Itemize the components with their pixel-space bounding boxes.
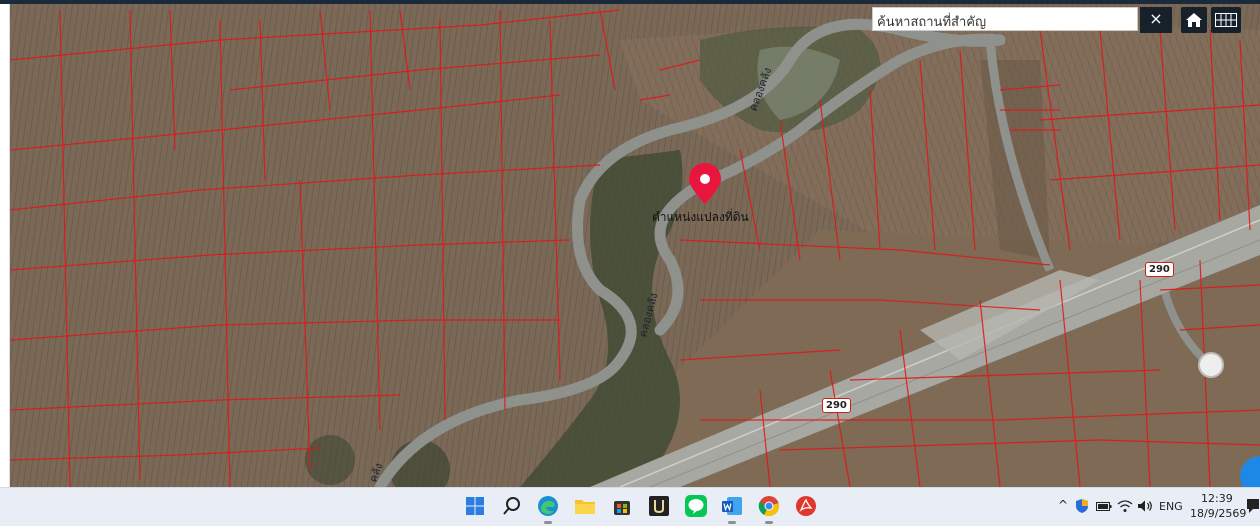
store-icon [614,501,630,515]
language-indicator[interactable]: ENG [1159,500,1183,513]
left-panel-edge [0,0,10,487]
chrome-button[interactable] [756,493,782,524]
edge-taskbar-button[interactable] [535,493,561,524]
route-shield: 290 [822,398,851,413]
start-button[interactable] [462,493,488,519]
battery-icon[interactable] [1096,500,1112,512]
store-button[interactable] [609,493,635,519]
top-bar [0,0,1260,4]
notification-icon[interactable] [1246,498,1260,514]
compass-icon[interactable] [1198,352,1224,378]
show-hidden-icons-chevron-icon[interactable]: ^ [1058,498,1068,512]
edge-icon [538,496,558,516]
search-input[interactable]: ค้นหาสถานที่สำคัญ [872,7,1138,31]
file-explorer-button[interactable] [572,493,598,519]
volume-icon[interactable] [1137,499,1153,513]
layers-button[interactable] [1211,7,1241,33]
pdf-icon [796,496,816,516]
windows-icon [466,497,484,515]
home-button[interactable] [1181,7,1207,33]
security-shield-icon[interactable] [1074,498,1090,514]
parcel-location-label: ตำแหน่งแปลงที่ดิน [652,210,749,224]
word-icon [722,497,742,515]
grid-icon [1215,13,1237,27]
app-u-button[interactable] [646,493,672,519]
u-app-icon [649,496,669,516]
wifi-icon[interactable] [1117,499,1133,513]
clear-search-button[interactable]: × [1140,7,1172,33]
map-view[interactable]: คลองคลัง คลองคลัง คลัง ตำแหน่งแปลงที่ดิน… [0,0,1260,487]
folder-icon [575,500,595,514]
home-icon [1186,13,1202,27]
acrobat-button[interactable] [793,493,819,519]
word-button[interactable] [719,493,745,524]
search-icon [503,497,520,515]
line-icon [685,495,707,517]
windows-taskbar: ^ ENG 12:39 18/9/2569 [0,487,1260,526]
satellite-imagery: คลองคลัง คลองคลัง คลัง [0,0,1260,487]
clock-time[interactable]: 12:39 [1201,492,1233,505]
clock-date[interactable]: 18/9/2569 [1190,507,1246,520]
line-app-button[interactable] [683,493,709,519]
search-button[interactable] [499,493,525,519]
chrome-icon [758,496,780,517]
route-shield: 290 [1145,262,1174,277]
